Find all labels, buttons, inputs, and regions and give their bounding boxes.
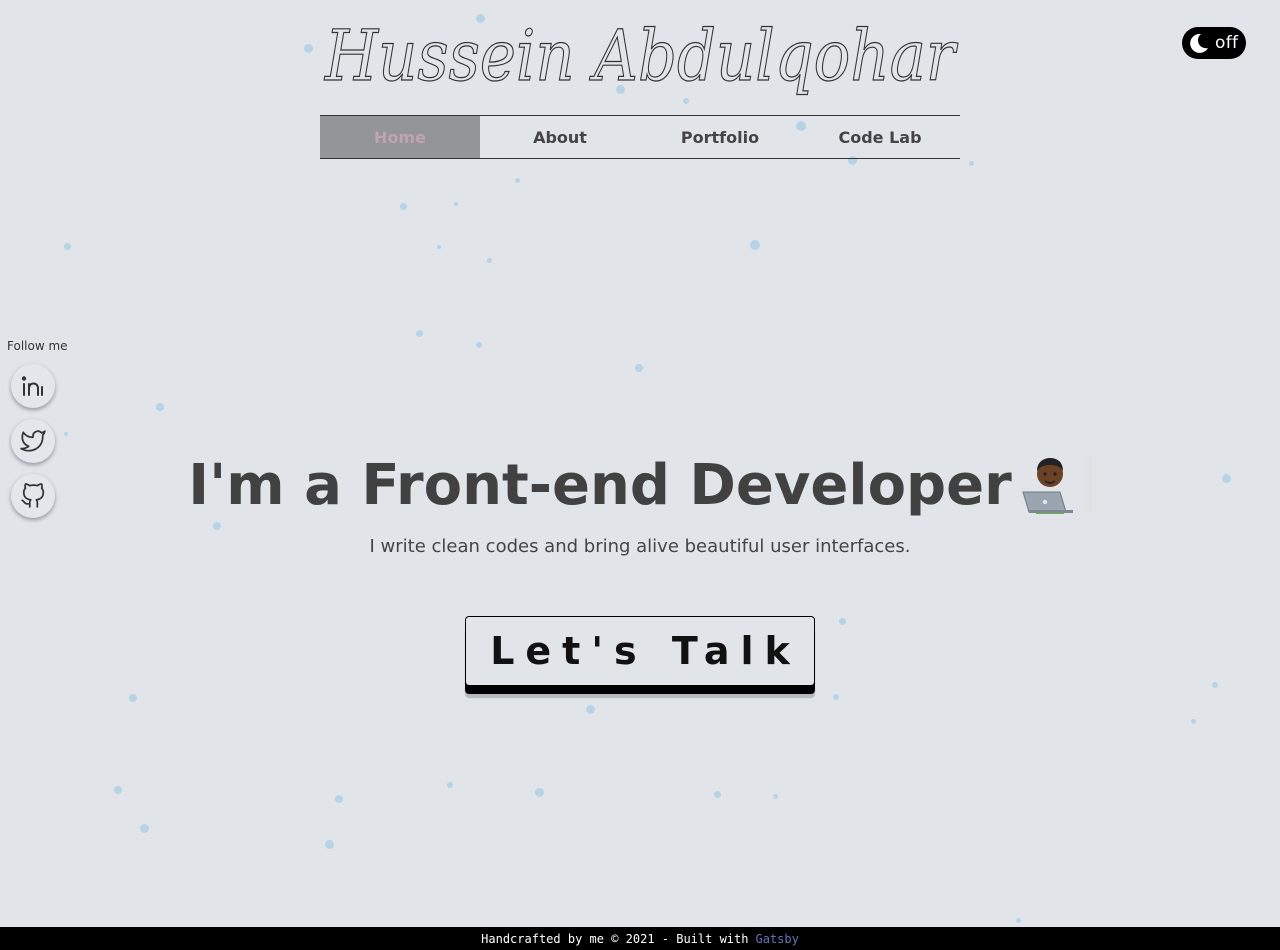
nav-item-home[interactable]: Home	[320, 116, 480, 158]
dark-mode-toggle[interactable]: off	[1182, 27, 1246, 59]
moon-icon	[1190, 33, 1208, 53]
man-technologist-icon	[1022, 458, 1073, 514]
follow-me-label: Follow me	[7, 339, 68, 353]
nav-item-code-lab[interactable]: Code Lab	[800, 116, 960, 158]
hero-title-text: I'm a Front-end Developer	[188, 453, 1012, 518]
linkedin-button[interactable]	[11, 364, 55, 408]
hero-subtitle: I write clean codes and bring alive beau…	[369, 536, 911, 557]
footer: Handcrafted by me © 2021 - Built with Ga…	[0, 927, 1280, 950]
nav-item-about[interactable]: About	[480, 116, 640, 158]
twitter-icon	[20, 430, 46, 452]
linkedin-icon	[21, 376, 43, 396]
lets-talk-button[interactable]: Let's Talk	[465, 616, 815, 686]
site-logo-text: Hussein Abdulqohar	[323, 15, 958, 97]
site-logo[interactable]: Hussein Abdulqohar	[320, 0, 960, 116]
typing-caret	[1085, 456, 1092, 512]
gatsby-link[interactable]: Gatsby	[755, 932, 798, 946]
dark-mode-toggle-label: off	[1215, 33, 1239, 53]
footer-text: Handcrafted by me © 2021 - Built with	[481, 931, 749, 946]
nav-item-portfolio[interactable]: Portfolio	[640, 116, 800, 158]
main-nav: Home About Portfolio Code Lab	[320, 115, 960, 159]
hero-title: I'm a Front-end Developer	[0, 452, 1280, 520]
